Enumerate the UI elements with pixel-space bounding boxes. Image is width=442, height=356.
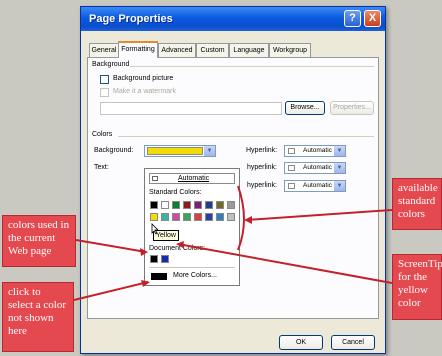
visited-hyperlink-value: Automatic [303, 164, 332, 171]
browse-button[interactable]: Browse... [285, 101, 325, 115]
background-group-title: Background [92, 61, 130, 68]
tab-advanced[interactable]: Advanced [158, 43, 196, 57]
chevron-down-icon: ▼ [334, 181, 345, 191]
tab-formatting[interactable]: Formatting [118, 41, 158, 58]
callout-click-to-select: click to select a color not shown here [2, 282, 74, 352]
chevron-down-icon: ▼ [204, 146, 215, 156]
chevron-down-icon: ▼ [334, 146, 345, 156]
document-colors-label: Document Colors: [149, 245, 206, 252]
color-cell[interactable] [150, 201, 158, 209]
properties-button[interactable]: Properties... [330, 101, 374, 115]
group-divider [130, 66, 374, 67]
color-cell[interactable] [183, 201, 191, 209]
dialog-title: Page Properties [89, 13, 173, 25]
active-hyperlink-value: Automatic [303, 182, 332, 189]
color-swatch [288, 148, 295, 154]
callout-screentip: ScreenTip for the yellow color [392, 254, 442, 320]
palette-divider [149, 267, 235, 268]
hyperlink-color-dropdown[interactable]: Automatic ▼ [284, 145, 346, 157]
background-color-dropdown[interactable]: ▼ [144, 145, 216, 157]
chevron-down-icon: ▼ [334, 163, 345, 173]
hyperlink-color-value: Automatic [303, 147, 332, 154]
active-hyperlink-label: hyperlink: [247, 182, 277, 189]
hyperlink-color-label: Hyperlink: [246, 147, 278, 154]
group-divider [118, 136, 374, 137]
callout-colors-used: colors used in the current Web page [2, 215, 76, 267]
help-button[interactable]: ? [344, 10, 361, 27]
background-picture-path[interactable] [100, 102, 282, 115]
color-swatch [151, 273, 167, 280]
color-cell[interactable] [150, 255, 158, 263]
mouse-pointer-icon [151, 223, 159, 235]
more-colors-label: More Colors... [173, 272, 217, 279]
tab-workgroup[interactable]: Workgroup [269, 43, 311, 57]
visited-hyperlink-label: hyperlink: [247, 164, 277, 171]
color-cell[interactable] [161, 213, 169, 221]
color-cell[interactable] [205, 213, 213, 221]
color-swatch [288, 183, 295, 189]
color-cell[interactable] [183, 213, 191, 221]
color-cell[interactable] [161, 201, 169, 209]
more-colors-option[interactable]: More Colors... [149, 271, 235, 283]
tab-general[interactable]: General [89, 43, 119, 57]
cancel-button[interactable]: Cancel [331, 335, 375, 350]
automatic-color-option[interactable]: Automatic [149, 173, 235, 184]
watermark-label: Make it a watermark [113, 88, 177, 95]
background-picture-label: Background picture [113, 75, 174, 82]
color-cell[interactable] [227, 213, 235, 221]
automatic-label: Automatic [178, 175, 210, 182]
color-cell[interactable] [172, 201, 180, 209]
color-cell[interactable] [216, 213, 224, 221]
help-icon: ? [349, 12, 356, 24]
colors-group-title: Colors [92, 131, 113, 138]
text-color-label: Text: [94, 164, 109, 171]
ok-button[interactable]: OK [279, 335, 323, 350]
color-cell[interactable] [194, 201, 202, 209]
tab-language[interactable]: Language [229, 43, 269, 57]
close-icon: X [368, 12, 377, 24]
color-swatch [152, 176, 158, 181]
background-picture-checkbox[interactable] [100, 75, 109, 84]
background-color-label: Background: [94, 147, 134, 154]
standard-colors-label: Standard Colors: [149, 189, 202, 196]
background-color-value [147, 147, 203, 155]
color-cell[interactable] [161, 255, 169, 263]
active-hyperlink-dropdown[interactable]: Automatic ▼ [284, 180, 346, 192]
color-palette-dropdown: Automatic Standard Colors: Document Colo… [144, 168, 240, 286]
color-swatch [288, 165, 295, 171]
callout-available-colors: available standard colors [392, 178, 442, 230]
visited-hyperlink-dropdown[interactable]: Automatic ▼ [284, 162, 346, 174]
color-cell[interactable] [150, 213, 158, 221]
close-button[interactable]: X [364, 10, 381, 27]
color-cell[interactable] [205, 201, 213, 209]
color-cell[interactable] [216, 201, 224, 209]
tab-custom[interactable]: Custom [196, 43, 229, 57]
color-cell[interactable] [194, 213, 202, 221]
title-bar: Page Properties ? X [81, 7, 385, 31]
watermark-checkbox[interactable] [100, 88, 109, 97]
color-cell[interactable] [172, 213, 180, 221]
color-cell[interactable] [227, 201, 235, 209]
